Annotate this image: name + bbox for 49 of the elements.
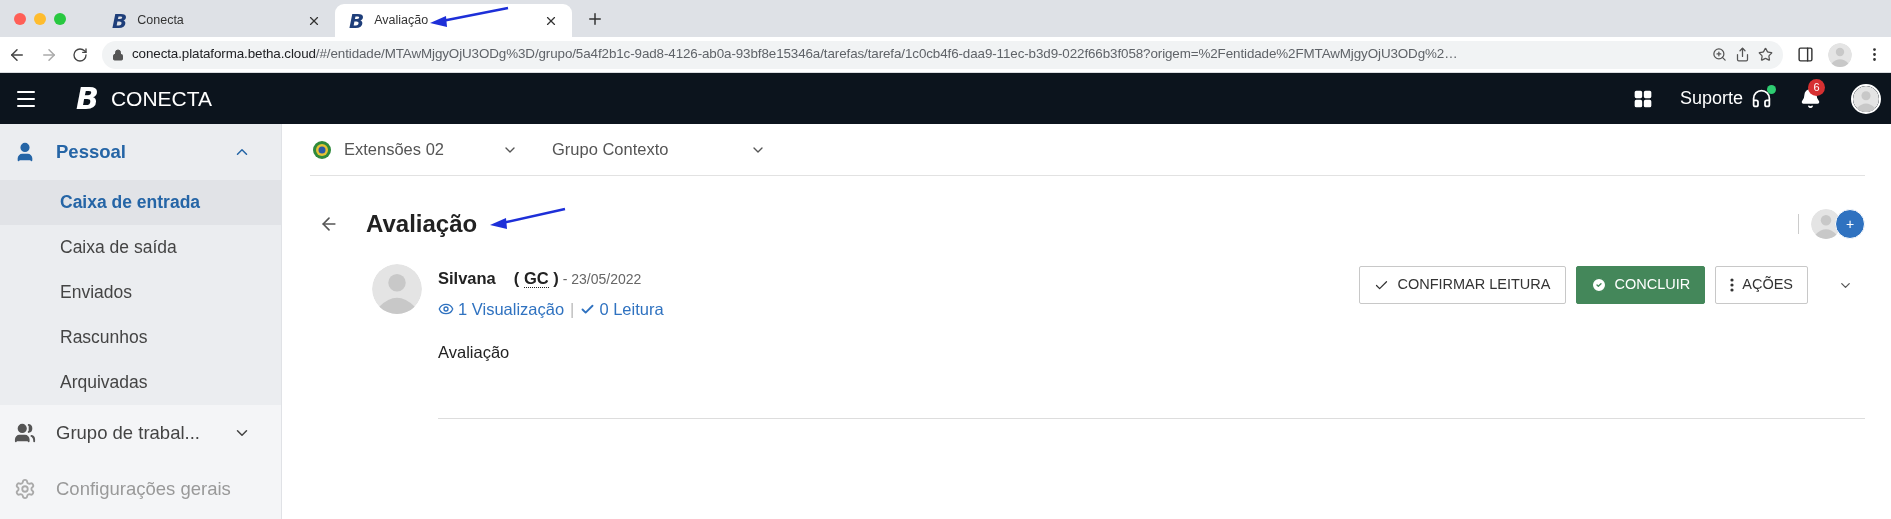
address-field[interactable]: conecta.plataforma.betha.cloud/#/entidade/MTAwMjgyOjU3ODg%3D/grupo/5a4f2b1c-9ad8-4126-ab0a-93bf8e15346a/tarefas/tarefa/1c0cb4f6-daa9-11ec-b3d9-022f66b3f058?origem=%2Fentidade%2FMTAwMjgyOjU3ODg%2… (102, 40, 1783, 69)
author-name: Silvana (438, 268, 496, 289)
headset-icon[interactable] (1751, 88, 1772, 109)
entity-selector[interactable]: Extensões 02 (344, 137, 502, 162)
emblem-icon (312, 138, 332, 161)
author-avatar (372, 264, 422, 314)
sidebar-item[interactable]: Caixa de saída (0, 225, 281, 270)
reads-link[interactable]: 0 Leitura (580, 296, 664, 322)
brand-logo: B (76, 83, 99, 114)
action-button[interactable]: AÇÕES (1715, 266, 1808, 304)
message-body: Avaliação (438, 341, 511, 363)
sidebar-item[interactable]: Caixa de entrada (0, 180, 281, 225)
sidebar-section[interactable]: Pessoal (0, 124, 281, 180)
zoom-icon[interactable] (1712, 47, 1727, 62)
add-participant-button[interactable]: + (1835, 209, 1865, 239)
sidebar-item[interactable]: Arquivadas (0, 360, 281, 405)
action-button[interactable]: CONFIRMAR LEITURA (1359, 266, 1566, 304)
notification-badge: 6 (1808, 79, 1825, 96)
tab-title: Conecta (137, 12, 184, 30)
support-link[interactable]: Suporte (1679, 85, 1743, 112)
side-panel-icon[interactable] (1797, 46, 1814, 63)
sidebar-section[interactable]: Grupo de trabal... (0, 405, 281, 461)
message-date: - 23/05/2022 (562, 270, 642, 289)
reload-icon[interactable] (72, 46, 88, 63)
group-selector[interactable]: Grupo Contexto (552, 137, 750, 162)
page-title: Avaliação (366, 209, 478, 239)
sidebar-item[interactable]: Enviados (0, 270, 281, 315)
url-text: conecta.plataforma.betha.cloud/#/entidade/MTAwMjgyOjU3ODg%3D/grupo/5a4f2b1c-9ad8-4126-ab0a-93bf8e15346a/tarefas/tarefa/1c0cb4f6-daa9-11ec-b3d9-022f66b3f058?origem=%2Fentidade%2FMTAwMjgyOjU3ODg%2… (132, 45, 1459, 64)
views-link[interactable]: 1 Visualização (438, 296, 565, 322)
apps-icon[interactable] (1632, 88, 1653, 109)
profile-avatar (1828, 42, 1852, 67)
author-initials: ( GC ) (513, 268, 559, 290)
sidebar-item[interactable]: Rascunhos (0, 315, 281, 360)
brand-name: CONECTA (110, 85, 212, 112)
share-icon[interactable] (1735, 47, 1750, 62)
tab-title: Avaliação (374, 12, 429, 30)
separator: | (570, 298, 575, 320)
gears-icon (14, 478, 36, 500)
browser-tab[interactable]: B Avaliação (335, 4, 572, 37)
lock-icon (112, 48, 124, 61)
check-circle-icon (1590, 277, 1607, 293)
bookmark-icon[interactable] (1758, 47, 1773, 62)
favicon-icon: B (349, 10, 365, 31)
browser-tab[interactable]: B Conecta (98, 4, 335, 37)
people-icon (14, 422, 36, 444)
user-avatar (1853, 85, 1879, 112)
action-button[interactable]: CONCLUIR (1575, 266, 1706, 304)
more-icon (1730, 278, 1735, 292)
favicon-icon: B (112, 10, 128, 31)
